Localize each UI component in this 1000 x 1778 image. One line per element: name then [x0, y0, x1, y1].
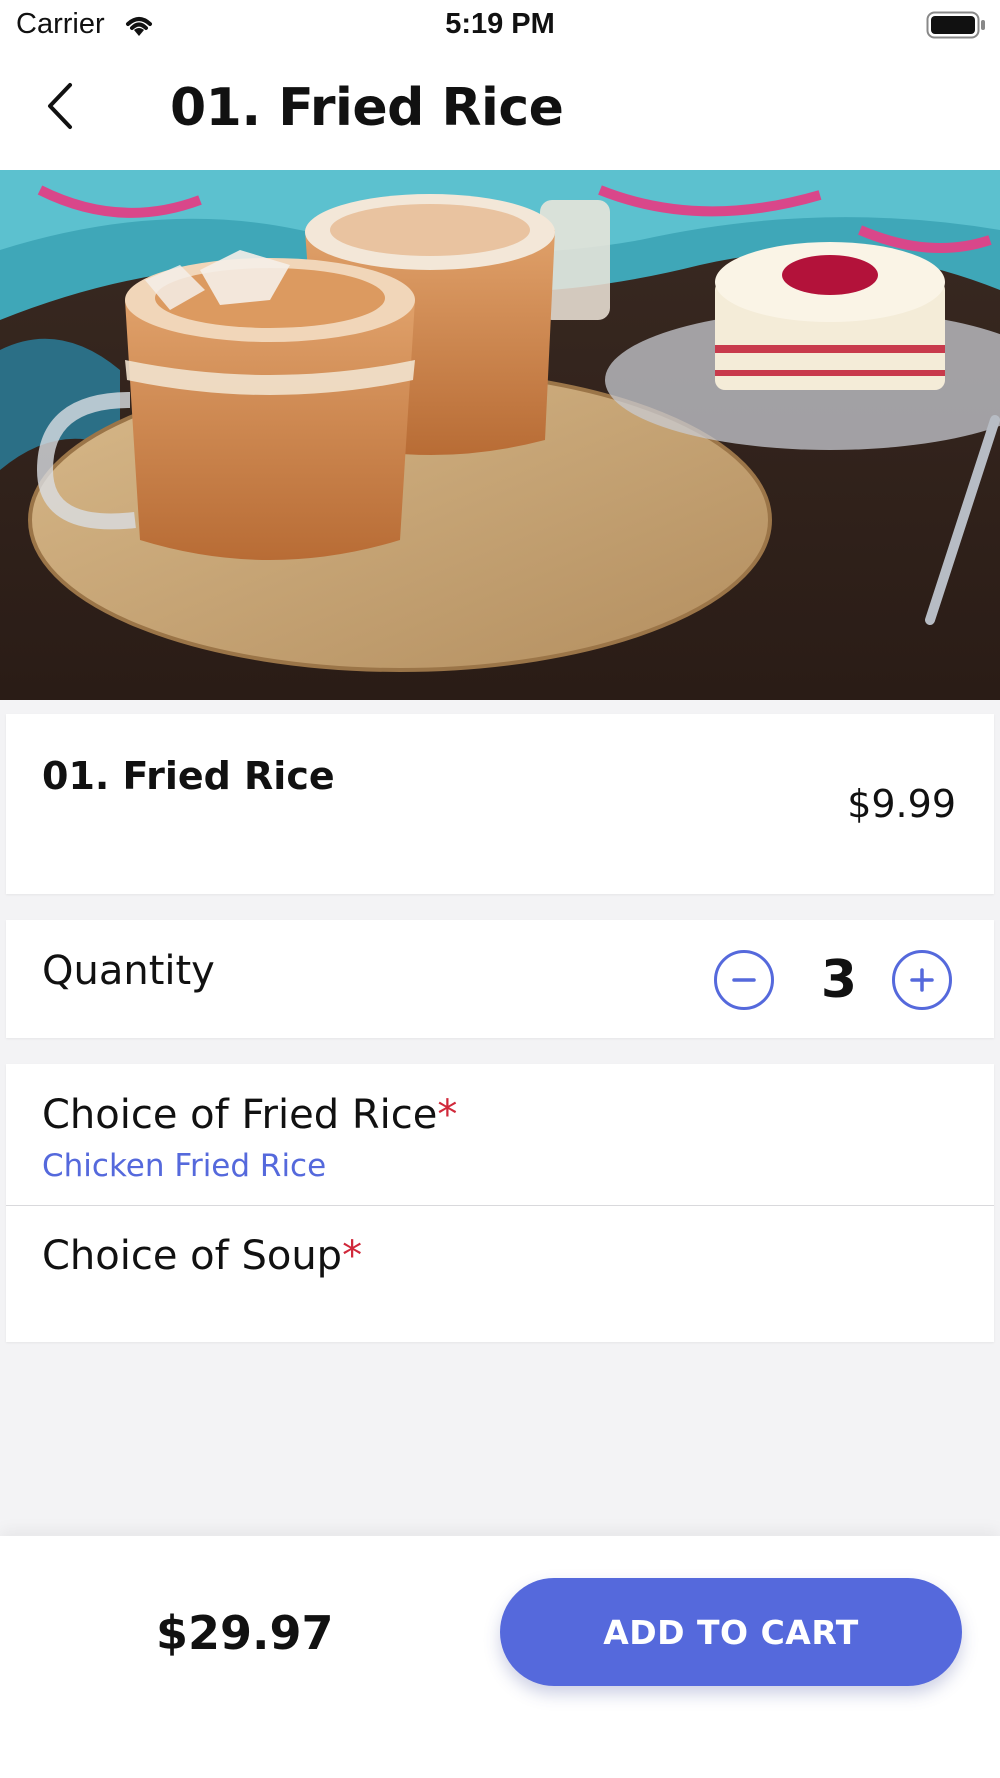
minus-icon [732, 978, 756, 982]
option-title-text: Choice of Fried Rice [42, 1092, 438, 1138]
page-title: 01. Fried Rice [170, 78, 564, 138]
checkout-bar: $29.97 ADD TO CART [0, 1536, 1000, 1778]
add-to-cart-button[interactable]: ADD TO CART [500, 1578, 962, 1686]
quantity-value: 3 [820, 950, 858, 1010]
option-row-fried-rice[interactable]: Choice of Fried Rice* Chicken Fried Rice [6, 1064, 994, 1206]
navigation-bar: 01. Fried Rice [0, 50, 1000, 170]
chevron-left-icon [48, 83, 72, 129]
option-title: Choice of Fried Rice* [42, 1092, 457, 1138]
plus-icon [910, 968, 934, 992]
item-price: $9.99 [847, 782, 956, 826]
status-time: 5:19 PM [445, 8, 555, 40]
required-mark: * [342, 1233, 363, 1279]
item-photo [0, 170, 1000, 700]
item-name: 01. Fried Rice [42, 754, 335, 798]
option-selected-value: Chicken Fried Rice [42, 1148, 327, 1184]
options-card: Choice of Fried Rice* Chicken Fried Rice… [6, 1064, 994, 1342]
increase-quantity-button[interactable] [892, 950, 952, 1010]
option-row-soup[interactable]: Choice of Soup* [6, 1207, 994, 1342]
option-title: Choice of Soup* [42, 1233, 362, 1279]
battery-icon [926, 11, 986, 44]
option-title-text: Choice of Soup [42, 1233, 343, 1279]
decrease-quantity-button[interactable] [714, 950, 774, 1010]
item-summary-card: 01. Fried Rice $9.99 [6, 714, 994, 894]
order-total: $29.97 [156, 1606, 334, 1660]
back-button[interactable] [30, 76, 90, 136]
quantity-label: Quantity [42, 948, 215, 994]
quantity-card: Quantity 3 [6, 920, 994, 1038]
required-mark: * [437, 1092, 458, 1138]
status-bar: Carrier 5:19 PM [0, 0, 1000, 50]
